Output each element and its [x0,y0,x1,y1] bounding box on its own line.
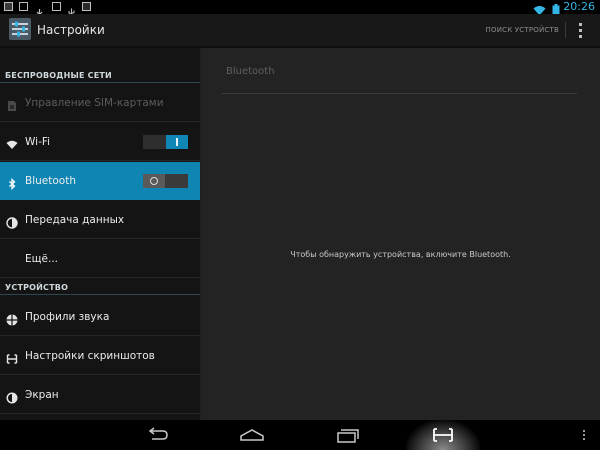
home-icon[interactable] [232,420,272,450]
settings-app-icon[interactable] [9,18,31,40]
wifi-icon [533,1,546,16]
bluetooth-detail-pane: Bluetooth Чтобы обнаружить устройства, в… [201,48,600,420]
menu-icon[interactable] [580,428,590,442]
section-header-wireless: БЕСПРОВОДНЫЕ СЕТИ [0,62,200,83]
status-clock: 20:26 [563,0,595,13]
bluetooth-icon [6,175,18,191]
menu-item-sim-management: Управление SIM-картами [0,84,200,122]
download-icon [35,2,44,17]
menu-item-wifi[interactable]: Wi-Fi [0,123,200,161]
usb-icon [67,2,76,17]
wifi-icon [6,136,18,149]
menu-item-screenshot-settings[interactable]: Настройки скриншотов [0,337,200,375]
page-title: Настройки [37,23,105,37]
screenshot-icon [82,2,91,11]
detail-divider [222,93,577,94]
navigation-bar [0,420,600,450]
battery-icon [552,1,560,16]
menu-item-more[interactable]: Ещё... [0,240,200,278]
display-icon [6,389,18,404]
sim-icon [6,97,18,111]
overflow-menu-icon[interactable] [572,20,590,40]
screenshot-settings-icon [6,350,18,364]
bluetooth-off-message: Чтобы обнаружить устройства, включите Bl… [290,250,511,259]
menu-item-display[interactable]: Экран [0,376,200,414]
checkbox-icon [52,2,61,11]
tablet-screen: 20:26 Настройки ПОИСК УСТРОЙСТВ БЕСПРОВО… [0,0,600,450]
menu-item-sound-profiles[interactable]: Профили звука [0,298,200,336]
section-header-device: УСТРОЙСТВО [0,274,200,295]
sound-profile-icon [6,311,18,326]
image-icon [19,2,28,11]
gallery-icon [4,2,13,11]
screenshot-icon[interactable] [423,420,463,450]
action-bar-divider [565,22,566,38]
status-bar: 20:26 [0,0,600,17]
menu-item-bluetooth[interactable]: Bluetooth [0,162,200,200]
wifi-toggle[interactable] [143,135,188,149]
settings-list: БЕСПРОВОДНЫЕ СЕТИ Управление SIM-картами… [0,48,200,420]
back-icon[interactable] [138,420,178,450]
search-devices-button[interactable]: ПОИСК УСТРОЙСТВ [486,14,559,46]
data-usage-icon [6,214,18,229]
menu-item-data-usage[interactable]: Передача данных [0,201,200,239]
recent-apps-icon[interactable] [328,420,368,450]
bluetooth-toggle[interactable] [143,174,188,188]
action-bar: Настройки ПОИСК УСТРОЙСТВ [0,14,600,48]
detail-title: Bluetooth [226,66,275,77]
